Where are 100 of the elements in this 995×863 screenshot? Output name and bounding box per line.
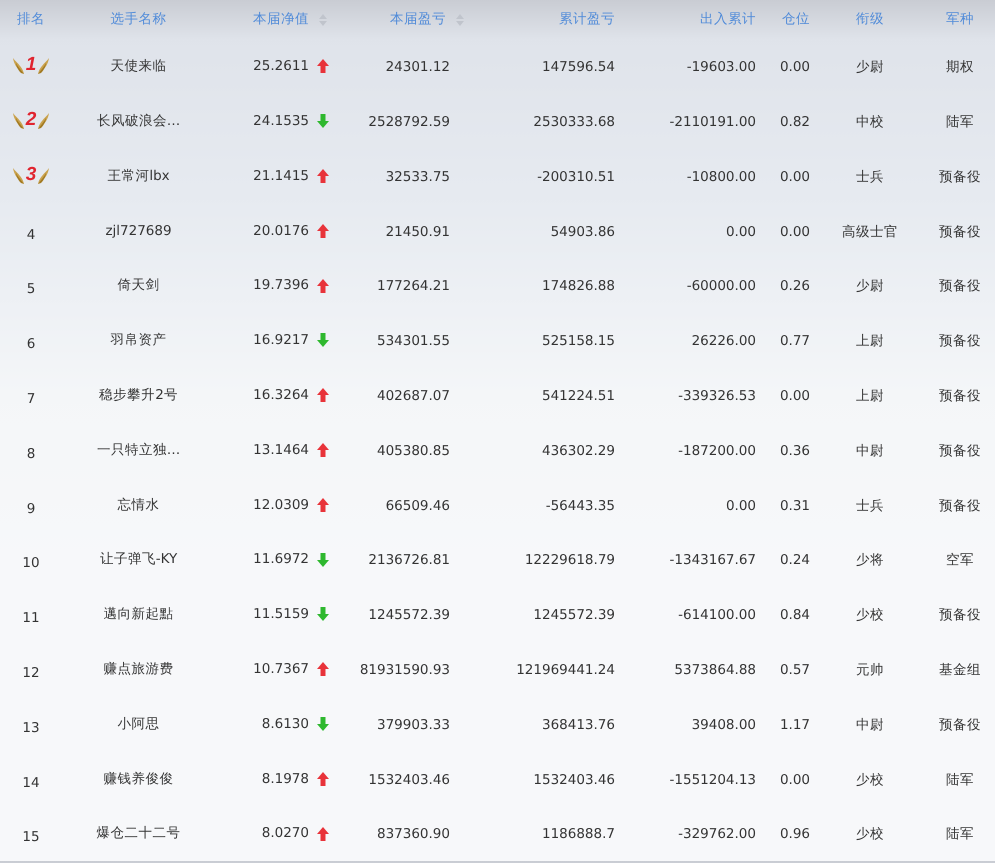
- table-cell: 5373864.88: [674, 662, 756, 678]
- rank-number: 3: [26, 162, 36, 187]
- rank-number: 14: [22, 774, 40, 791]
- table-cell-text: 21.1415: [253, 166, 309, 186]
- table-cell: 21450.91: [386, 224, 450, 240]
- table-cell: 0.77: [780, 333, 810, 350]
- table-cell: 少校: [856, 772, 884, 788]
- table-cell: 0.84: [780, 607, 810, 624]
- table-cell: 0.24: [780, 552, 810, 568]
- player-name: 王常河lbx: [107, 166, 170, 186]
- table-cell: 534301.55: [376, 333, 450, 350]
- table-cell: 147596.54: [542, 59, 615, 76]
- table-cell: 379903.33: [376, 716, 450, 733]
- table-cell: 少将: [856, 552, 884, 568]
- table-cell: 436302.29: [542, 442, 615, 459]
- table-cell: 空军: [946, 552, 974, 568]
- table-cell: 1532403.46: [368, 772, 450, 788]
- table-cell: 66509.46: [386, 498, 450, 514]
- table-cell: 少校: [856, 826, 884, 842]
- table-cell: 368413.76: [542, 716, 615, 733]
- table-cell-text: 13.1464: [253, 440, 309, 460]
- rank-number: 5: [26, 281, 36, 298]
- table-cell: 预备役: [939, 333, 981, 350]
- rank-number: 10: [22, 555, 40, 572]
- column-header: 本届净值: [253, 11, 309, 28]
- column-header: 衔级: [856, 11, 884, 28]
- table-cell: -10800.00: [686, 168, 756, 185]
- table-cell: 陆军: [946, 772, 974, 788]
- player-name: 倚天剑: [118, 276, 160, 296]
- column-header: 累计盈亏: [559, 11, 615, 28]
- table-cell: 26226.00: [692, 333, 756, 350]
- table-cell-text: 10.7367: [253, 660, 309, 680]
- table-cell: 预备役: [939, 278, 981, 294]
- table-cell: 1.17: [780, 716, 810, 733]
- sort-icon[interactable]: [456, 14, 464, 26]
- table-cell: 525158.15: [542, 333, 615, 350]
- table-cell: 少尉: [856, 59, 884, 76]
- table-cell: 0.00: [780, 59, 810, 76]
- table-cell: 177264.21: [376, 278, 450, 294]
- table-cell: 0.00: [780, 224, 810, 240]
- table-cell: -2110191.00: [670, 114, 756, 130]
- table-cell-text: 19.7396: [253, 276, 309, 296]
- table-cell: 中校: [856, 114, 884, 130]
- table-cell: 元帅: [856, 662, 884, 678]
- table-cell: -19603.00: [686, 59, 756, 76]
- rank-number: 4: [26, 226, 36, 243]
- table-cell: 预备役: [939, 442, 981, 459]
- player-name: 羽帛资产: [110, 331, 166, 350]
- table-cell: 上尉: [856, 333, 884, 350]
- table-cell: 0.00: [726, 498, 756, 514]
- rank-number: 12: [22, 665, 40, 682]
- column-header: 军种: [946, 11, 974, 28]
- sort-icon[interactable]: [319, 14, 327, 26]
- player-name: 让子弹飞-KY: [100, 550, 178, 570]
- table-cell: 39408.00: [692, 716, 756, 733]
- table-cell: 上尉: [856, 388, 884, 404]
- table-cell: 预备役: [939, 716, 981, 733]
- table-cell-text: 8.0270: [262, 824, 309, 844]
- table-cell: -614100.00: [678, 607, 756, 624]
- table-cell: 2528792.59: [368, 114, 450, 130]
- table-cell: 2136726.81: [368, 552, 450, 568]
- table-cell: 期权: [946, 59, 974, 76]
- table-cell-text: 24.1535: [253, 112, 309, 132]
- table-cell: 837360.90: [376, 826, 450, 842]
- table-cell: 32533.75: [386, 168, 450, 185]
- table-cell: 541224.51: [542, 388, 615, 404]
- table-cell: 24301.12: [386, 59, 450, 76]
- table-cell: -1343167.67: [670, 552, 756, 568]
- table-cell: 预备役: [939, 168, 981, 185]
- player-name: 赚点旅游费: [104, 660, 174, 680]
- table-cell: 0.00: [780, 168, 810, 185]
- table-cell-text: 20.0176: [253, 222, 309, 241]
- rank-number: 1: [26, 53, 36, 78]
- table-cell: 预备役: [939, 388, 981, 404]
- table-cell: 0.31: [780, 498, 810, 514]
- table-cell: 中尉: [856, 716, 884, 733]
- table-cell-text: 8.1978: [262, 770, 309, 789]
- table-cell-text: 16.9217: [253, 331, 309, 350]
- player-name: 爆仓二十二号: [96, 824, 180, 844]
- table-cell: 基金组: [939, 662, 981, 678]
- column-header: 排名: [17, 11, 45, 28]
- player-name: 小阿思: [118, 714, 160, 734]
- table-cell: 预备役: [939, 498, 981, 514]
- table-cell: 少尉: [856, 278, 884, 294]
- rank-number: 11: [22, 610, 40, 626]
- player-name: 天使来临: [110, 57, 166, 76]
- rank-number: 15: [22, 829, 40, 846]
- table-cell: 1245572.39: [368, 607, 450, 624]
- table-cell: 0.57: [780, 662, 810, 678]
- table-cell: 0.00: [780, 772, 810, 788]
- table-cell: 士兵: [856, 168, 884, 185]
- table-cell: 1186888.7: [542, 826, 615, 842]
- table-cell: 预备役: [939, 607, 981, 624]
- table-cell: -60000.00: [686, 278, 756, 294]
- player-name: 赚钱养俊俊: [104, 770, 174, 789]
- table-cell-text: 8.6130: [262, 714, 309, 734]
- table-cell: -187200.00: [678, 442, 756, 459]
- table-cell: -56443.35: [546, 498, 615, 514]
- player-name: 长风破浪会…: [96, 112, 180, 132]
- table-cell: 士兵: [856, 498, 884, 514]
